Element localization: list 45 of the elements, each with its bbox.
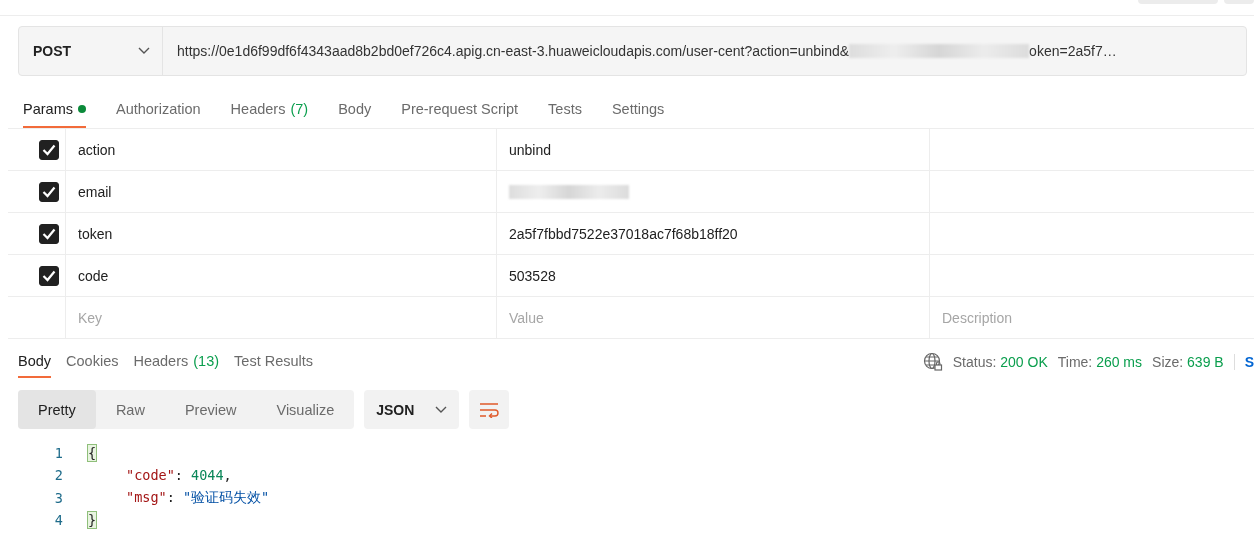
- param-key: code: [66, 255, 497, 296]
- url-text[interactable]: https://0e1d6f99df6f4343aad8b2bd0ef726c4.apig.cn-east-3.huaweicloudapis.com/user-cent?action=unbind&: [177, 43, 850, 59]
- view-mode-button[interactable]: Visualize: [256, 390, 355, 429]
- view-mode-button[interactable]: Raw: [95, 390, 165, 429]
- param-value: unbind: [509, 141, 552, 158]
- response-tab[interactable]: Body: [18, 346, 52, 378]
- globe-lock-icon[interactable]: [922, 352, 943, 372]
- chevron-down-icon: [138, 47, 150, 55]
- response-meta: Status: 200 OK: [952, 354, 1048, 370]
- request-tab[interactable]: Params: [23, 92, 86, 128]
- param-key: token: [66, 213, 497, 254]
- chevron-down-icon: [435, 405, 448, 414]
- response-meta: Size: 639 B: [1152, 354, 1224, 370]
- view-mode-button[interactable]: Preview: [164, 390, 257, 429]
- request-tab[interactable]: Settings: [611, 92, 665, 128]
- checkbox[interactable]: [39, 223, 59, 244]
- response-tab[interactable]: Cookies: [66, 346, 119, 378]
- request-tab[interactable]: Tests: [548, 92, 582, 128]
- request-tab[interactable]: Body: [338, 92, 372, 128]
- checkbox[interactable]: [39, 139, 59, 160]
- line-number: 4: [53, 512, 64, 529]
- code-line: "msg": "验证码失效": [125, 488, 270, 507]
- response-tab[interactable]: Test Results: [234, 346, 314, 378]
- param-value: 2a5f7fbbd7522e37018ac7f68b18ff20: [509, 225, 738, 242]
- response-meta: Time: 260 ms: [1057, 354, 1143, 370]
- code-line: "code": 4044,: [125, 467, 232, 484]
- request-tab[interactable]: Pre-request Script: [401, 92, 519, 128]
- wrap-lines-icon: [479, 401, 500, 418]
- wrap-lines-button[interactable]: [469, 390, 510, 429]
- save-response-link[interactable]: S: [1233, 354, 1254, 370]
- param-value: 503528: [509, 267, 556, 284]
- request-tab[interactable]: Authorization: [115, 92, 201, 128]
- url-text[interactable]: oken=2a5f7…: [1029, 43, 1117, 59]
- param-key: action: [66, 129, 497, 170]
- checkbox[interactable]: [39, 181, 59, 202]
- line-number: 3: [53, 489, 64, 506]
- method-dropdown[interactable]: POST: [19, 27, 163, 75]
- view-mode-button[interactable]: Pretty: [18, 390, 96, 429]
- param-key: email: [66, 171, 497, 212]
- line-number: 1: [53, 445, 64, 462]
- request-tab[interactable]: Headers (7): [230, 92, 309, 128]
- format-dropdown[interactable]: JSON: [364, 390, 460, 429]
- response-tab[interactable]: Headers (13): [133, 346, 220, 378]
- checkbox[interactable]: [39, 265, 59, 286]
- line-number: 2: [53, 467, 64, 484]
